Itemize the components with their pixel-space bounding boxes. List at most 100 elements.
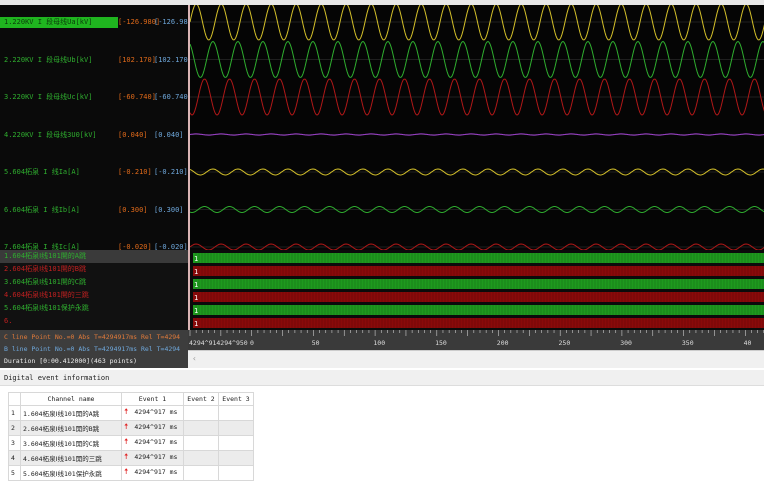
c-line-info: C line Point No.=0 Abs T=4294917ms Rel T… — [4, 333, 181, 341]
analog-channel-row[interactable]: 3.220KV I 段母线Uc[kV] [-60.740] [-60.740] — [0, 92, 192, 103]
c-cursor-value: [-0.210] — [118, 168, 152, 176]
column-header[interactable]: Event 2 — [183, 392, 219, 406]
event2-cell — [183, 405, 219, 421]
event-time: 4294^917 ms — [134, 453, 178, 461]
row-index: 3 — [8, 435, 21, 451]
column-header[interactable] — [8, 392, 21, 406]
event1-cell: 🠅 4294^917 ms — [121, 420, 184, 436]
event3-cell — [218, 405, 254, 421]
ruler-tick-label: 0 — [250, 339, 254, 347]
digital-channel-row[interactable]: 6. — [0, 315, 188, 328]
channel-name-cell: 2.604柘泉Ⅰ线101開的B跳 — [20, 420, 122, 436]
row-index: 1 — [8, 405, 21, 421]
waveform-trace — [190, 5, 764, 41]
duration-info: Duration [0:00.412000](463 points) — [4, 357, 138, 365]
analog-channel-list[interactable]: 1.220KV I 段母线Ua[kV] [-126.980] [-126.980] 2… — [0, 5, 196, 251]
digital-channel-row[interactable]: 3.604柘泉Ⅰ线101開的C跳 — [0, 276, 188, 289]
channel-name: 5.604柘泉 I 线Ia[A] — [4, 168, 80, 176]
state-marker: 1 — [194, 320, 198, 328]
channel-name: 3.220KV I 段母线Uc[kV] — [4, 93, 93, 101]
ruler-tick-label: 350 — [682, 339, 694, 347]
analog-channel-row[interactable]: 2.220KV I 段母线Ub[kV] [102.170] [102.170] — [0, 55, 192, 66]
b-cursor-value: [102.170] — [154, 55, 192, 64]
rising-edge-icon: 🠅 — [124, 422, 129, 431]
horizontal-scrollbar[interactable]: ‹ — [188, 350, 764, 368]
ruler-tick-label: 50 — [312, 339, 320, 347]
digital-state-bar — [193, 253, 764, 263]
event3-cell — [218, 450, 254, 466]
state-marker: 1 — [194, 268, 198, 276]
digital-channel-row[interactable]: 2.604柘泉Ⅰ线101開的B跳 — [0, 263, 188, 276]
event2-cell — [183, 435, 219, 451]
digital-waveform-area[interactable]: 1 1 1 1 1 1 — [188, 250, 764, 330]
state-marker: 1 — [194, 281, 198, 289]
ruler-start-label: 4294^914294^950 — [189, 339, 248, 347]
analog-channel-row[interactable]: 4.220KV I 段母线3U0[kV] [0.040] [0.040] — [0, 130, 188, 141]
channel-name: 1.220KV I 段母线Ua[kV] — [0, 17, 118, 28]
channel-name: 2.220KV I 段母线Ub[kV] — [4, 55, 93, 64]
rising-edge-icon: 🠅 — [124, 437, 129, 446]
event-time: 4294^917 ms — [134, 438, 178, 446]
c-cursor-value: [0.300] — [118, 205, 148, 214]
waveform-trace — [190, 133, 764, 136]
digital-state-bar — [193, 292, 764, 302]
event2-cell — [183, 450, 219, 466]
event1-cell: 🠅 4294^917 ms — [121, 450, 184, 466]
event-time: 4294^917 ms — [134, 408, 178, 416]
channel-name: 6.604柘泉 I 线Ib[A] — [4, 205, 80, 214]
digital-channel-row[interactable]: 1.604柘泉Ⅰ线101開的A跳 — [0, 250, 188, 263]
analog-waveform-area[interactable] — [188, 5, 764, 250]
event-time: 4294^917 ms — [134, 423, 178, 431]
table-row[interactable]: 3 3.604柘泉Ⅰ线101開的C跳 🠅 4294^917 ms — [8, 435, 254, 451]
c-cursor-value: [-60.740] — [118, 93, 156, 101]
event3-cell — [218, 435, 254, 451]
ruler-tick-label: 40 — [744, 339, 752, 347]
digital-channel-row[interactable]: 5.604柘泉Ⅰ线101保护永跳 — [0, 302, 188, 315]
digital-state-bar — [193, 279, 764, 289]
column-header[interactable]: Event 1 — [121, 392, 184, 406]
ruler-tick-label: 200 — [497, 339, 509, 347]
digital-channel-row[interactable]: 4.604柘泉Ⅰ线101開的三跳 — [0, 289, 188, 302]
state-marker: 1 — [194, 255, 198, 263]
event3-cell — [218, 420, 254, 436]
row-index: 4 — [8, 450, 21, 466]
event-time: 4294^917 ms — [134, 468, 178, 476]
state-marker: 1 — [194, 294, 198, 302]
event-panel-title: Digital event information — [0, 370, 764, 386]
digital-state-bar — [193, 266, 764, 276]
b-line-info: B line Point No.=0 Abs T=4294917ms Rel T… — [4, 345, 181, 353]
c-cursor-value: [102.170] — [118, 55, 156, 64]
event1-cell: 🠅 4294^917 ms — [121, 405, 184, 421]
channel-name-cell: 3.604柘泉Ⅰ线101開的C跳 — [20, 435, 122, 451]
analog-channel-row[interactable]: 5.604柘泉 I 线Ia[A] [-0.210] [-0.210] — [0, 167, 188, 178]
b-cursor-value: [-0.210] — [154, 168, 188, 176]
b-cursor-value: [0.040] — [154, 130, 184, 139]
ruler-tick-label: 150 — [435, 339, 447, 347]
rising-edge-icon: 🠅 — [124, 467, 129, 476]
digital-channel-list[interactable]: 1.604柘泉Ⅰ线101開的A跳 2.604柘泉Ⅰ线101開的B跳 3.604柘泉Ⅰ… — [0, 250, 188, 330]
state-marker: 1 — [194, 307, 198, 315]
column-header[interactable]: Channel name — [20, 392, 122, 406]
table-row[interactable]: 1 1.604柘泉Ⅰ线101開的A跳 🠅 4294^917 ms — [8, 405, 254, 421]
table-row[interactable]: 4 4.604柘泉Ⅰ线101開的三跳 🠅 4294^917 ms — [8, 450, 254, 466]
table-row[interactable]: 2 2.604柘泉Ⅰ线101開的B跳 🠅 4294^917 ms — [8, 420, 254, 436]
analog-channel-row[interactable]: 1.220KV I 段母线Ua[kV] [-126.980] [-126.980] — [0, 17, 196, 28]
b-cursor-value: [-60.740] — [154, 93, 192, 101]
ruler-tick-label: 100 — [373, 339, 385, 347]
time-ruler[interactable]: 4294^914294^950 0 50 100 150 200 250 300 350 40 — [188, 330, 764, 350]
c-cursor-value: [0.040] — [118, 130, 148, 139]
channel-name-cell: 4.604柘泉Ⅰ线101開的三跳 — [20, 450, 122, 466]
rising-edge-icon: 🠅 — [124, 407, 129, 416]
cursor-info-panel: C line Point No.=0 Abs T=4294917ms Rel T… — [0, 330, 188, 368]
channel-name: 4.220KV I 段母线3U0[kV] — [4, 130, 97, 139]
column-header[interactable]: Event 3 — [218, 392, 254, 406]
b-cursor-value: [0.300] — [154, 205, 184, 214]
channel-name-cell: 1.604柘泉Ⅰ线101開的A跳 — [20, 405, 122, 421]
digital-state-bar — [193, 305, 764, 315]
row-index: 2 — [8, 420, 21, 436]
digital-state-bar — [193, 318, 764, 328]
analog-channel-row[interactable]: 6.604柘泉 I 线Ib[A] [0.300] [0.300] — [0, 205, 188, 216]
rising-edge-icon: 🠅 — [124, 452, 129, 461]
event2-cell — [183, 420, 219, 436]
scroll-left-icon[interactable]: ‹ — [192, 354, 197, 363]
